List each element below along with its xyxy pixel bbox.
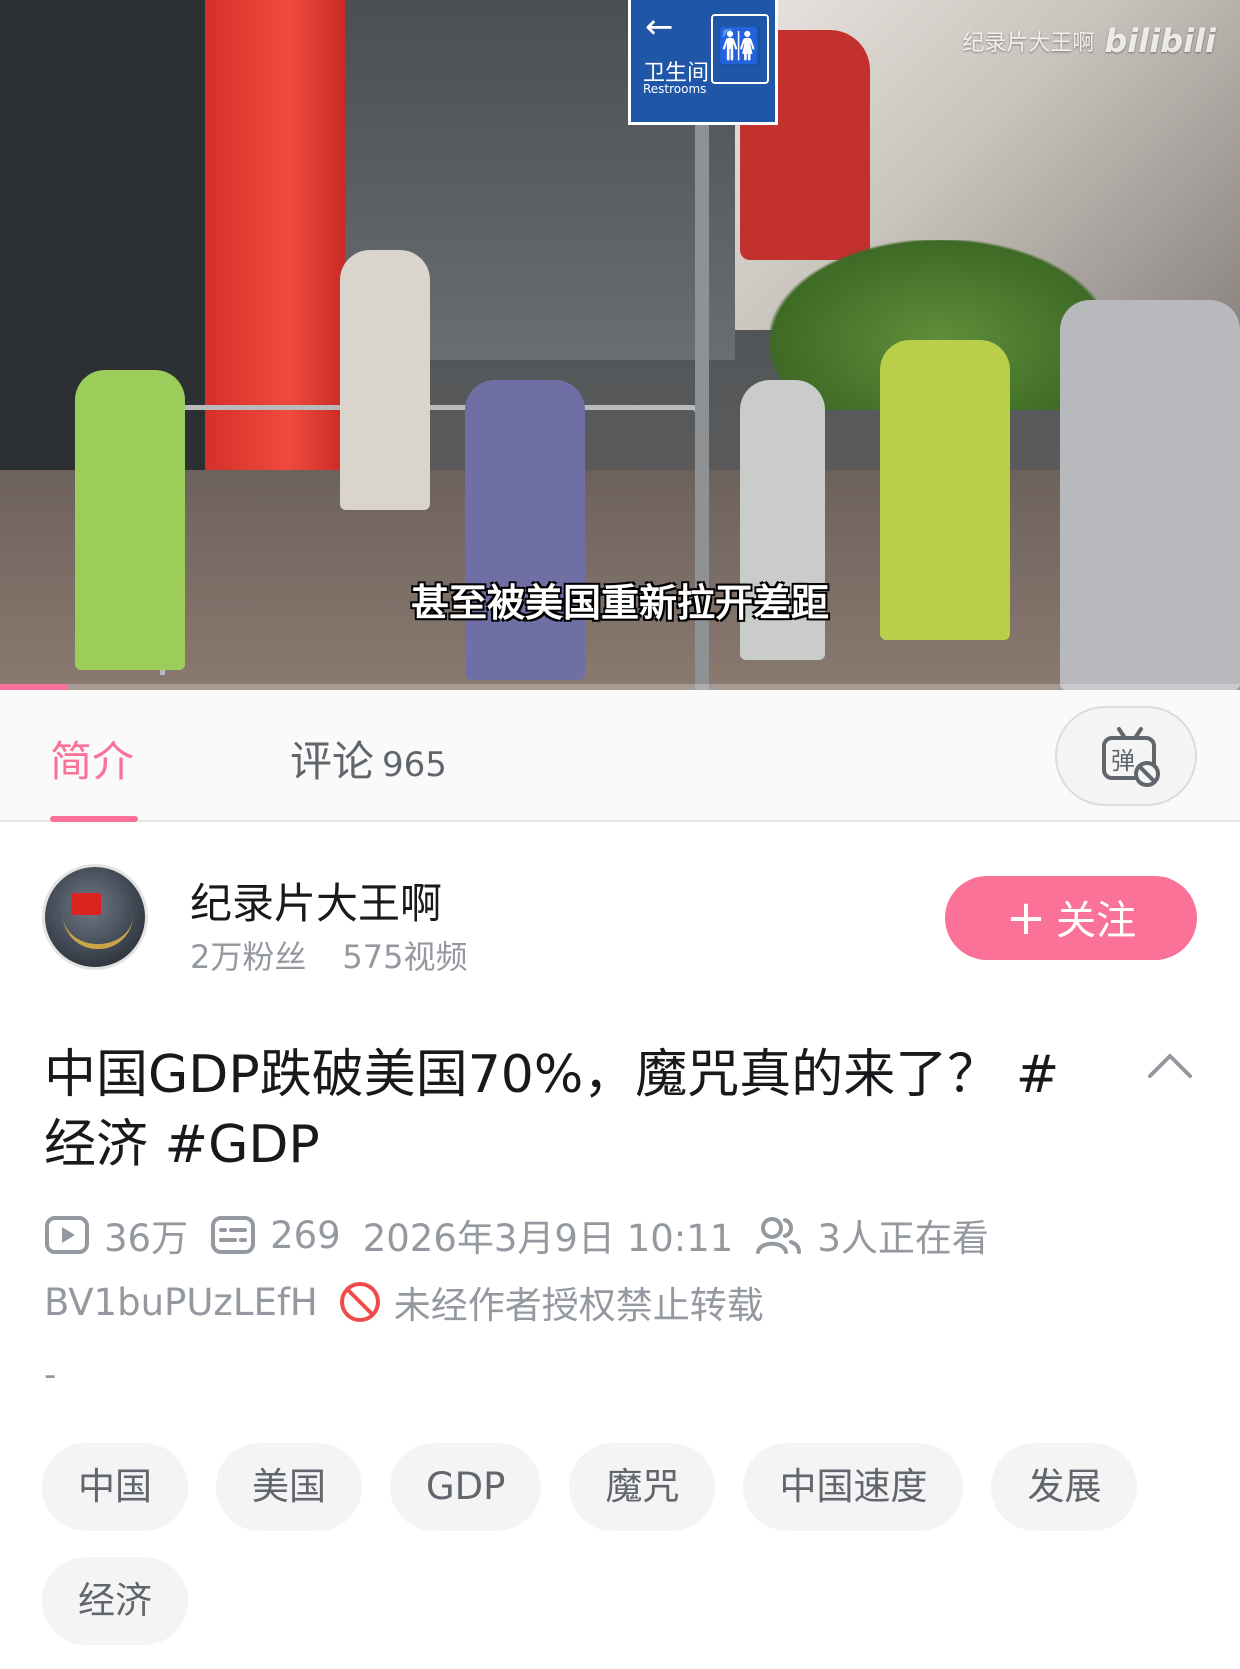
view-count-value: 36万 xyxy=(104,1217,189,1260)
danmaku-count-value: 269 xyxy=(270,1213,341,1257)
uploader-name[interactable]: 纪录片大王啊 xyxy=(190,870,442,931)
video-watermark: 纪录片大王啊 bilibili xyxy=(962,22,1216,60)
tag-chip[interactable]: 发展 xyxy=(991,1443,1138,1531)
follow-button[interactable]: + 关注 xyxy=(945,876,1197,960)
publish-date: 2026年3月9日 10:11 xyxy=(363,1208,734,1262)
video-subtitle: 甚至被美国重新拉开差距 xyxy=(410,581,829,625)
copyright-notice: 未经作者授权禁止转载 xyxy=(393,1284,764,1327)
danmaku-off-icon: 弹 xyxy=(1102,727,1160,787)
uploader-followers: 2万粉丝 xyxy=(190,938,307,976)
watching-now: 3人正在看 xyxy=(755,1208,989,1262)
tag-list: 中国 美国 GDP 魔咒 中国速度 发展经济 xyxy=(42,1443,1212,1645)
tag-chip[interactable]: 经济 xyxy=(42,1557,188,1645)
video-player[interactable]: ← 卫生间 Restrooms 🚻 纪录片大王啊 bilibili 甚至被美国重… xyxy=(0,0,1240,690)
tag-chip[interactable]: 中国速度 xyxy=(743,1443,964,1531)
arrow-left-icon: ← xyxy=(645,7,674,47)
uploader-card: 纪录片大王啊 2万粉丝 575视频 + 关注 xyxy=(0,842,1240,982)
tab-comments-label: 评论 xyxy=(290,737,375,786)
follow-label: 关注 xyxy=(1056,898,1137,944)
tab-intro-label: 简介 xyxy=(50,737,135,786)
publish-date-value: 2026年3月9日 10:11 xyxy=(362,1217,734,1260)
play-count-icon xyxy=(45,1216,89,1254)
restroom-icon: 🚻 xyxy=(711,14,769,84)
watermark-channel: 纪录片大王啊 xyxy=(962,31,1095,56)
watching-now-value: 3人正在看 xyxy=(817,1217,989,1260)
uploader-videos: 575视频 xyxy=(342,938,468,976)
flag-icon xyxy=(71,893,101,915)
view-count: 36万 xyxy=(44,1208,188,1262)
tab-bar: 简介 评论 965 弹 xyxy=(0,690,1240,822)
video-scene-person xyxy=(340,250,430,510)
video-scene-person xyxy=(1060,300,1240,690)
tag-chip[interactable]: GDP xyxy=(390,1443,542,1531)
svg-text:弹: 弹 xyxy=(1111,747,1135,775)
bvid[interactable]: BV1buPUzLEfH xyxy=(44,1281,318,1324)
plus-icon: + xyxy=(1005,890,1047,946)
video-scene-fence xyxy=(160,405,700,675)
bilibili-logo: bilibili xyxy=(1104,22,1216,60)
video-scene-restroom-sign: ← 卫生间 Restrooms 🚻 xyxy=(628,0,778,125)
tab-active-indicator xyxy=(50,816,138,822)
danmaku-count-icon xyxy=(211,1216,256,1254)
video-scene-person xyxy=(465,380,585,680)
forbidden-icon xyxy=(339,1282,380,1322)
chevron-up-icon[interactable] xyxy=(1146,1050,1194,1080)
video-title: 中国GDP跌破美国70%，魔咒真的来了？ #经济 #GDP xyxy=(44,1045,1060,1175)
tab-comments-count: 965 xyxy=(382,745,447,785)
video-description: - xyxy=(44,1355,57,1395)
video-meta-row: 36万 269 2026年3月9日 10:11 3人正在看 xyxy=(44,1208,1224,1262)
tab-intro[interactable]: 简介 xyxy=(50,728,134,789)
uploader-stats: 2万粉丝 575视频 xyxy=(190,932,467,978)
wreath-icon xyxy=(63,915,133,949)
tab-comments[interactable]: 评论 965 xyxy=(290,728,447,789)
people-icon xyxy=(756,1217,802,1254)
danmaku-count: 269 xyxy=(210,1214,341,1257)
tag-chip[interactable]: 魔咒 xyxy=(569,1443,716,1531)
uploader-avatar[interactable] xyxy=(42,864,148,970)
danmaku-toggle-button[interactable]: 弹 xyxy=(1055,706,1197,806)
sign-subtext: Restrooms xyxy=(643,82,707,96)
tag-chip[interactable]: 中国 xyxy=(42,1443,188,1531)
video-id-row: BV1buPUzLEfH 未经作者授权禁止转载 xyxy=(44,1275,764,1329)
tag-chip[interactable]: 美国 xyxy=(216,1443,362,1531)
